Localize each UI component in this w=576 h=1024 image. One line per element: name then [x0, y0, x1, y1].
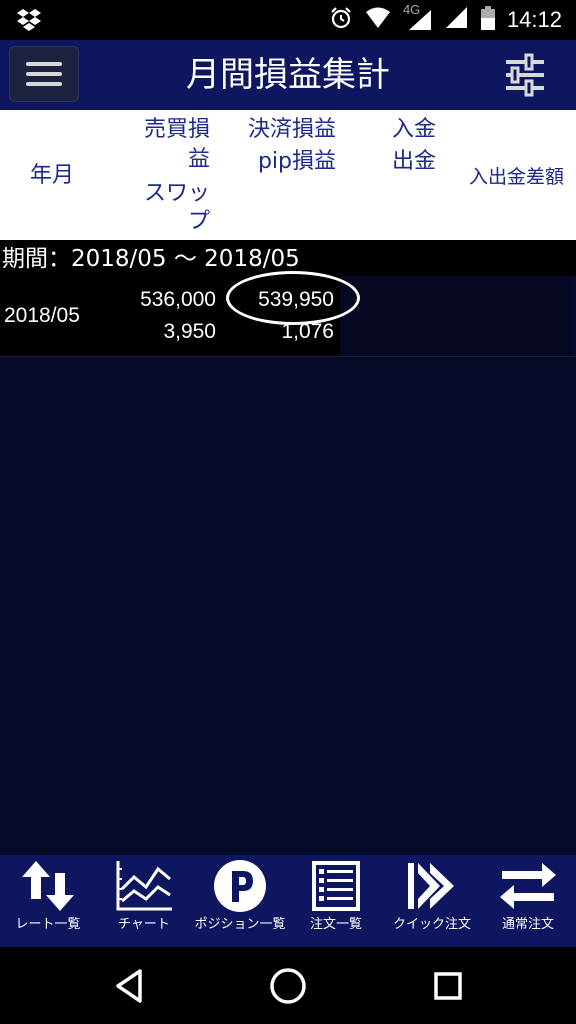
home-icon[interactable] — [270, 968, 306, 1004]
back-icon[interactable] — [116, 969, 142, 1003]
row-swap: 3,950 — [163, 320, 216, 343]
nav-chart-label: チャート — [118, 917, 170, 932]
app-bar: 月間損益集計 — [0, 40, 576, 110]
recents-icon[interactable] — [434, 972, 462, 1000]
system-nav-bar — [0, 947, 576, 1024]
dropbox-icon — [16, 8, 42, 36]
header-trade-profit-line1: 売買損 — [143, 117, 210, 142]
monthly-pl-screen: 4G 14:12 月間損益集計 年月 売買損 益 スワッ プ 決済損益 pip損… — [0, 0, 576, 1024]
nav-quick-order-label: クイック注文 — [392, 917, 471, 932]
normal-order-icon — [500, 863, 556, 909]
quick-order-icon — [408, 863, 454, 909]
nav-quick-order[interactable]: クイック注文 — [384, 855, 480, 947]
nav-order-list[interactable]: 注文一覧 — [288, 855, 384, 947]
row-year-month: 2018/05 — [4, 304, 80, 327]
chart-icon — [116, 861, 172, 911]
row-divider — [0, 356, 576, 357]
header-deposit: 入金 — [391, 117, 436, 142]
clock: 14:12 — [506, 7, 562, 32]
header-trade-profit-line2: 益 — [187, 147, 210, 172]
filter-sliders-icon — [506, 53, 544, 97]
row-empty-columns — [340, 276, 572, 356]
header-pip-profit: pip損益 — [257, 149, 336, 174]
nav-rate-list-label: レート一覧 — [15, 917, 81, 932]
nav-normal-order[interactable]: 通常注文 — [480, 855, 576, 947]
header-withdrawal: 出金 — [391, 149, 436, 174]
order-list-icon — [312, 861, 360, 911]
row-settlement-profit: 539,950 — [258, 288, 334, 311]
table-row[interactable]: 2018/05 536,000 3,950 539,950 1,076 — [0, 276, 340, 356]
hamburger-menu-icon — [26, 62, 62, 66]
period-label: 期間：2018/05 〜 2018/05 — [0, 240, 576, 276]
nav-normal-order-label: 通常注文 — [501, 917, 554, 932]
alarm-icon — [329, 6, 353, 34]
row-pip-profit: 1,076 — [281, 320, 334, 343]
menu-button[interactable] — [9, 46, 79, 102]
filter-settings-button[interactable] — [500, 52, 550, 98]
signal-icon-2 — [445, 6, 469, 34]
nav-position-list[interactable]: ポジション一覧 — [192, 855, 288, 947]
nav-order-list-label: 注文一覧 — [309, 917, 362, 932]
nav-rate-list[interactable]: レート一覧 — [0, 855, 96, 947]
position-p-icon — [214, 860, 266, 912]
status-bar: 4G 14:12 — [0, 0, 576, 40]
battery-icon — [480, 6, 495, 34]
nav-chart[interactable]: チャート — [96, 855, 192, 947]
wifi-icon — [365, 7, 391, 33]
row-trade-profit: 536,000 — [140, 288, 216, 311]
nav-position-list-label: ポジション一覧 — [194, 917, 286, 932]
header-settlement-profit: 決済損益 — [247, 117, 336, 142]
table-header: 年月 売買損 益 スワッ プ 決済損益 pip損益 入金 出金 入出金差額 — [0, 110, 576, 240]
header-deposit-withdrawal-diff: 入出金差額 — [468, 166, 564, 188]
header-year-month: 年月 — [30, 163, 75, 188]
page-title: 月間損益集計 — [186, 55, 390, 95]
bottom-nav: レート一覧 チャート ポジション一覧 注文一覧 クイック注文 通常注文 — [0, 855, 576, 947]
signal-icon: 4G — [403, 2, 433, 32]
header-swap-line2: プ — [187, 209, 210, 234]
header-swap-line1: スワッ — [143, 181, 210, 206]
status-icons: 4G 14:12 — [329, 0, 562, 40]
rate-list-arrows-icon — [22, 861, 74, 911]
